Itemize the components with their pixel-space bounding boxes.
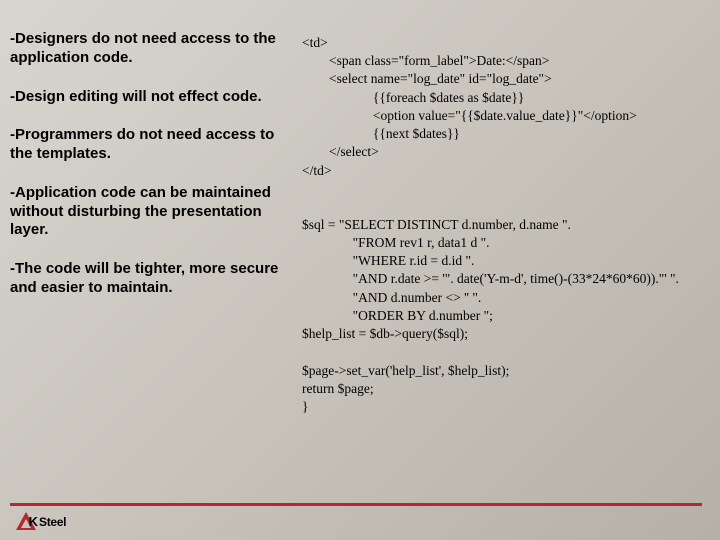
logo-text: Steel bbox=[39, 515, 66, 529]
bullet-programmers: -Programmers do not need access to the t… bbox=[10, 126, 290, 164]
bullet-application-code: -Application code can be maintained with… bbox=[10, 184, 290, 240]
code-template-snippet: <td> <span class="form_label">Date:</spa… bbox=[302, 34, 710, 180]
bullet-design-editing: -Design editing will not effect code. bbox=[10, 88, 290, 107]
left-column: -Designers do not need access to the app… bbox=[10, 30, 298, 540]
right-column: <td> <span class="form_label">Date:</spa… bbox=[298, 30, 710, 540]
bullet-designers: -Designers do not need access to the app… bbox=[10, 30, 290, 68]
slide: -Designers do not need access to the app… bbox=[0, 0, 720, 540]
bullet-tighter-code: -The code will be tighter, more secure a… bbox=[10, 260, 290, 298]
footer-rule bbox=[10, 503, 702, 506]
logo: K Steel bbox=[16, 512, 66, 532]
logo-mark-icon: K bbox=[16, 512, 36, 532]
code-php-snippet: $sql = "SELECT DISTINCT d.number, d.name… bbox=[302, 216, 710, 416]
